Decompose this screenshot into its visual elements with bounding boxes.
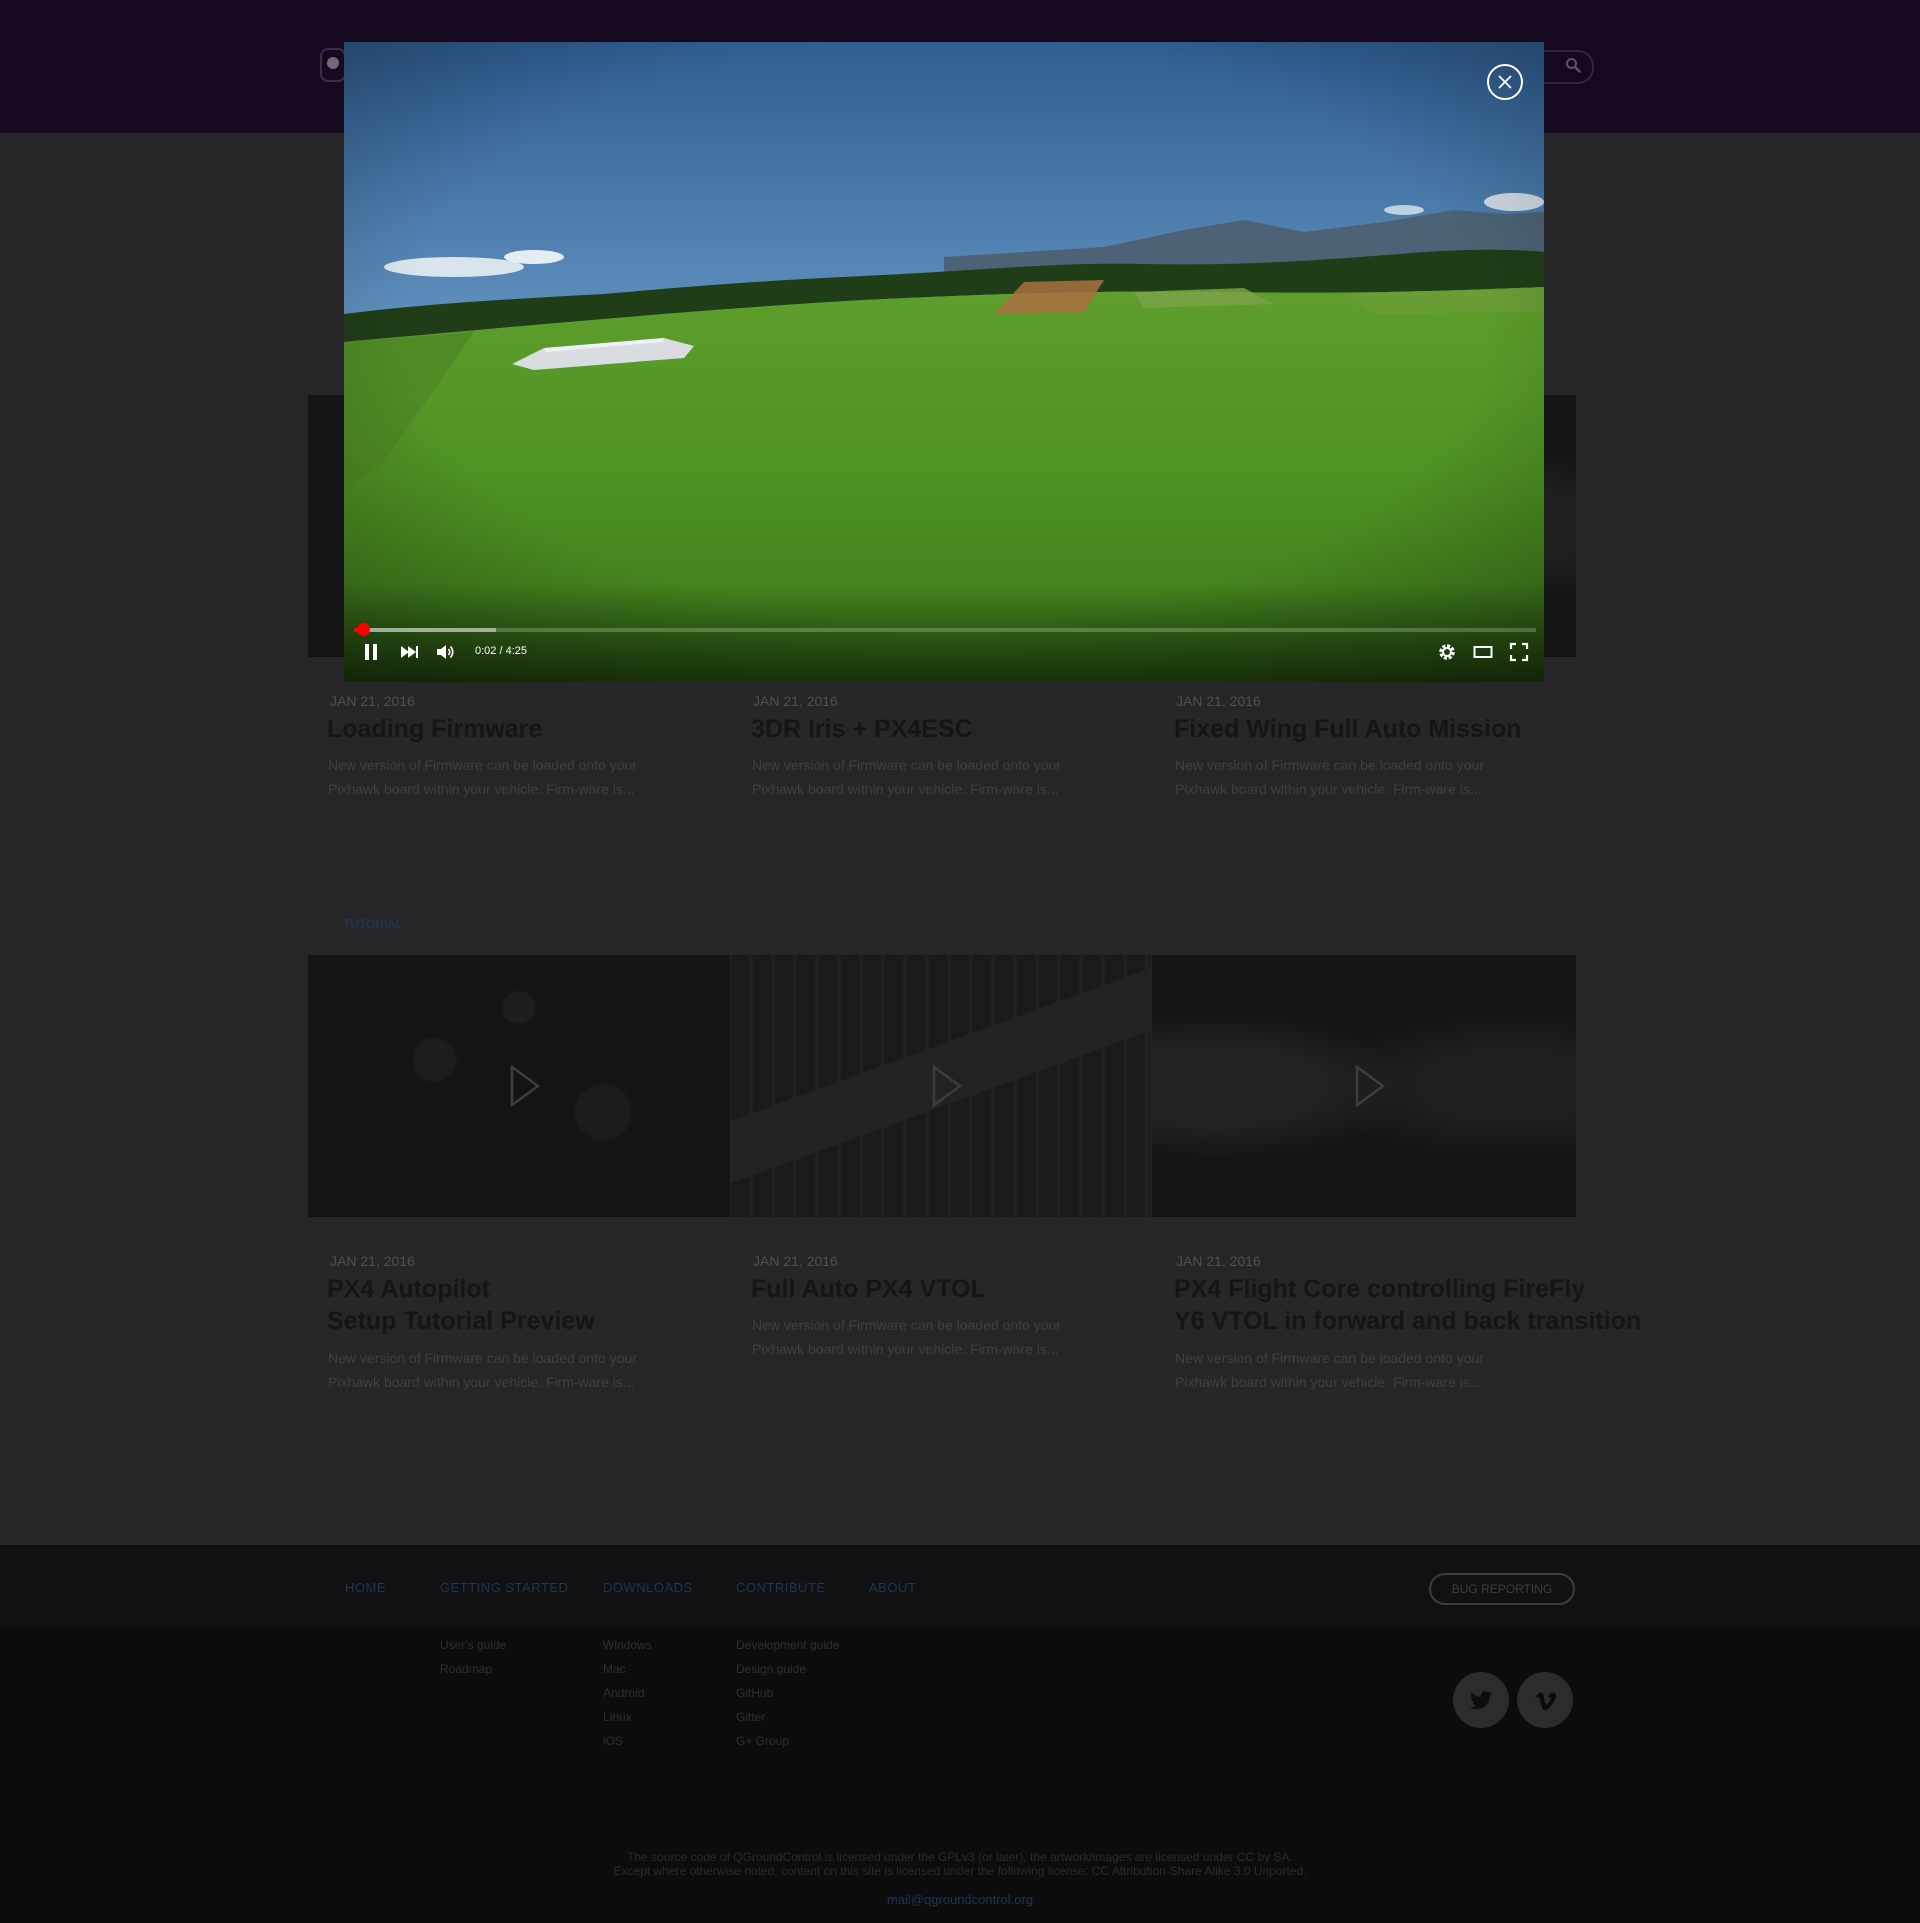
footer-link[interactable]: Mac	[603, 1662, 626, 1676]
controls-gradient	[344, 582, 1544, 682]
time-display: 0:02 / 4:25	[475, 645, 527, 657]
footer-link[interactable]: GitHub	[736, 1686, 773, 1700]
video-thumbnail[interactable]	[308, 955, 730, 1217]
footer-nav-downloads[interactable]: DOWNLOADS	[603, 1580, 693, 1595]
vimeo-button[interactable]	[1517, 1672, 1573, 1728]
footer-nav-about[interactable]: ABOUT	[869, 1580, 916, 1595]
footer-link[interactable]: Android	[603, 1686, 644, 1700]
video-thumbnail[interactable]	[1152, 955, 1576, 1217]
progress-buffered	[354, 628, 496, 632]
fullscreen-icon[interactable]	[1508, 641, 1530, 663]
vimeo-icon	[1535, 1692, 1557, 1711]
license-text: Except where otherwise noted, content on…	[613, 1864, 1307, 1878]
card-description: New version of Firmware can be loaded on…	[752, 757, 1061, 797]
card-date: JAN 21, 2016	[753, 693, 838, 709]
card-title[interactable]: Loading Firmware	[327, 713, 542, 745]
footer-link[interactable]: iOS	[603, 1734, 623, 1748]
play-icon	[1355, 1064, 1386, 1108]
card-date: JAN 21, 2016	[753, 1253, 838, 1269]
card-description: New version of Firmware can be loaded on…	[328, 757, 637, 797]
footer-nav-getting-started[interactable]: GETTING STARTED	[440, 1580, 568, 1595]
card-title-line2[interactable]: Y6 VTOL in forward and back transition	[1174, 1305, 1641, 1337]
footer-link[interactable]: G+ Group	[736, 1734, 789, 1748]
card-date: JAN 21, 2016	[1176, 1253, 1261, 1269]
footer-link[interactable]: Gitter	[736, 1710, 765, 1724]
search-icon[interactable]	[1565, 57, 1581, 73]
bug-reporting-button[interactable]: BUG REPORTING	[1429, 1573, 1575, 1605]
section-label-tutorial[interactable]: TUTORIAL	[343, 917, 402, 931]
card-title[interactable]: PX4 Autopilot	[327, 1273, 490, 1305]
card-title[interactable]: 3DR Iris + PX4ESC	[751, 713, 973, 745]
play-icon	[932, 1064, 963, 1108]
contact-email-link[interactable]: mail@qgroundcontrol.org	[0, 1892, 1920, 1907]
footer-link[interactable]: Windows	[603, 1638, 652, 1652]
volume-icon[interactable]	[434, 641, 456, 663]
next-icon[interactable]	[398, 641, 420, 663]
card-title[interactable]: Fixed Wing Full Auto Mission	[1174, 713, 1521, 745]
license-text: The source code of QGroundControl is lic…	[627, 1850, 1293, 1864]
twitter-button[interactable]	[1453, 1672, 1509, 1728]
card-date: JAN 21, 2016	[330, 693, 415, 709]
footer-link[interactable]: Roadmap	[440, 1662, 492, 1676]
video-thumbnail[interactable]	[731, 955, 1151, 1217]
card-title-line2[interactable]: Setup Tutorial Preview	[327, 1305, 595, 1337]
twitter-icon	[1470, 1691, 1492, 1710]
theater-mode-icon[interactable]	[1472, 641, 1494, 663]
card-description: New version of Firmware can be loaded on…	[752, 1317, 1061, 1357]
video-player-modal[interactable]: 0:02 / 4:25	[344, 42, 1544, 682]
footer-nav-bar	[0, 1545, 1920, 1627]
footer-nav-home[interactable]: HOME	[345, 1580, 386, 1595]
footer-link[interactable]: Design guide	[736, 1662, 806, 1676]
pause-icon[interactable]	[360, 641, 382, 663]
footer-link[interactable]: Linux	[603, 1710, 632, 1724]
close-button[interactable]	[1487, 64, 1523, 100]
qgroundcontrol-logo-icon	[327, 57, 339, 69]
card-description: New version of Firmware can be loaded on…	[328, 1350, 637, 1390]
close-icon	[1498, 75, 1512, 89]
card-description: New version of Firmware can be loaded on…	[1175, 757, 1484, 797]
card-title[interactable]: Full Auto PX4 VTOL	[751, 1273, 986, 1305]
play-icon	[510, 1064, 541, 1108]
footer-link[interactable]: User's guide	[440, 1638, 506, 1652]
progress-bar[interactable]	[354, 628, 1536, 632]
settings-icon[interactable]	[1436, 641, 1458, 663]
footer-link[interactable]: Development guide	[736, 1638, 839, 1652]
card-date: JAN 21, 2016	[1176, 693, 1261, 709]
footer-nav-contribute[interactable]: CONTRIBUTE	[736, 1580, 826, 1595]
card-title[interactable]: PX4 Flight Core controlling FireFly	[1174, 1273, 1585, 1305]
footer-body	[0, 1627, 1920, 1923]
card-date: JAN 21, 2016	[330, 1253, 415, 1269]
card-description: New version of Firmware can be loaded on…	[1175, 1350, 1484, 1390]
